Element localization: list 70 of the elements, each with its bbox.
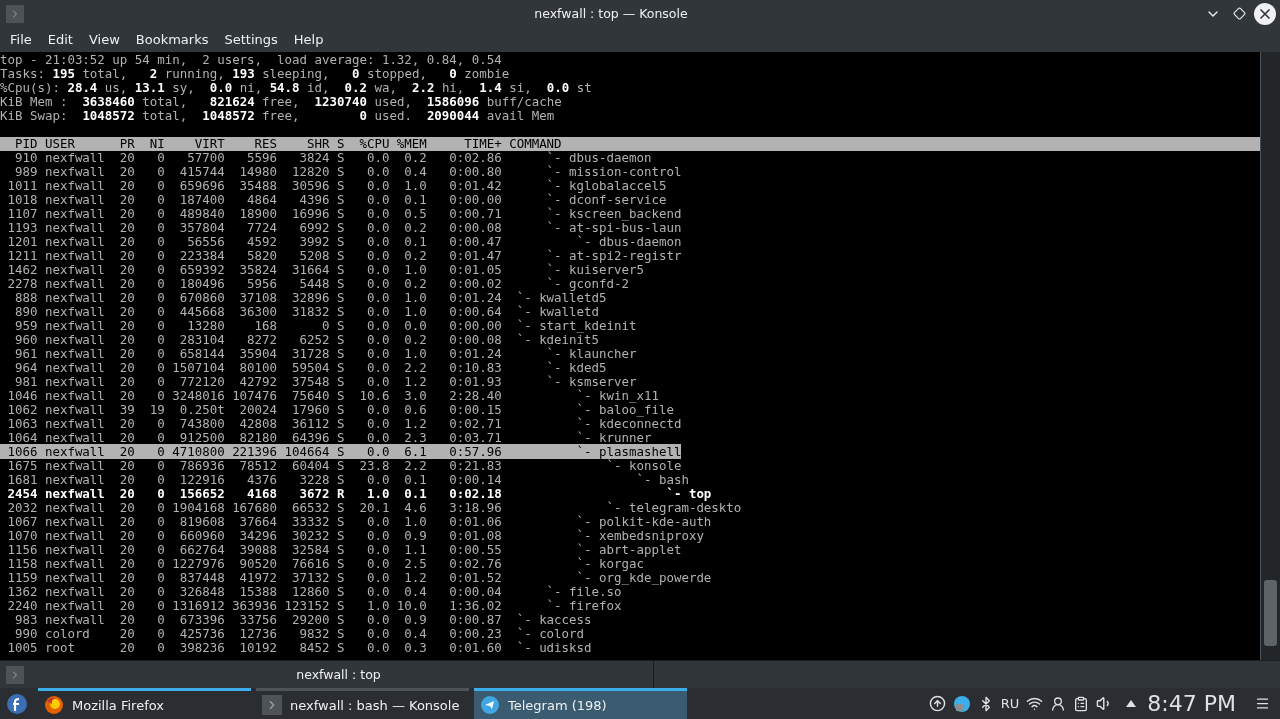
summary-line: Tasks: 195 total, 2 running, 193 sleeping, 0 stopped, 0 zombie: [0, 66, 510, 81]
process-row-text: 964 nexfwall 20 0 1507104 80100 59504 S 0.0 2.2 0:10.83 `- kded5: [13, 360, 607, 375]
summary-line: KiB Mem : 3638460 total, 821624 free, 1230740 used, 1586096 buff/cache: [0, 94, 562, 109]
wifi-icon[interactable]: [1026, 695, 1044, 712]
clipboard-icon[interactable]: [1073, 695, 1090, 712]
process-row-text: 890 nexfwall 20 0 445668 36300 31832 S 0.0 1.0 0:00.64 `- kwalletd: [13, 304, 600, 319]
menu-item[interactable]: File: [2, 28, 40, 51]
process-row-text: 990 colord 20 0 425736 12736 9832 S 0.0 0.4 0:00.23 `- colord: [13, 626, 585, 641]
summary-line: KiB Swap: 1048572 total, 1048572 free, 0 used. 2090044 avail Mem: [0, 108, 555, 123]
window-title: nexfwall : top — Konsole: [533, 6, 689, 21]
process-row-text: 1107 nexfwall 20 0 489840 18900 16996 S 0.0 0.5 0:00.71 `- kscreen_backend: [6, 206, 682, 221]
diamond-icon: [1232, 7, 1246, 20]
process-row-text: 961 nexfwall 20 0 658144 35904 31728 S 0.0 1.0 0:01.24 `- klauncher: [13, 346, 637, 361]
process-row-text: 1011 nexfwall 20 0 659696 35488 30596 S 0.0 1.0 0:01.42 `- kglobalaccel5: [6, 178, 667, 193]
menu-item[interactable]: View: [80, 28, 128, 51]
process-row-text: 1064 nexfwall 20 0 912500 82180 64396 S 0.0 2.3 0:03.71 `- krunner: [6, 430, 652, 445]
process-row-text: 981 nexfwall 20 0 772120 42792 37548 S 0.0 1.2 0:01.93 `- ksmserver: [13, 374, 637, 389]
process-row-text: 1159 nexfwall 20 0 837448 41972 37132 S 0.0 1.2 0:01.52 `- org_kde_powerde: [6, 570, 712, 585]
launcher-icon[interactable]: [6, 692, 28, 715]
process-row-text: 989 nexfwall 20 0 415744 14980 12820 S 0.0 0.4 0:00.80 `- mission-control: [13, 164, 682, 179]
task-button[interactable]: Mozilla Firefox: [38, 688, 251, 719]
process-row-text: 1211 nexfwall 20 0 223384 5820 5208 S 0.0 0.2 0:01.47 `- at-spi2-registr: [6, 248, 682, 263]
paper-plane-icon: [480, 695, 500, 715]
terminal-icon: [262, 695, 282, 715]
process-row-text: 2454 nexfwall 20 0 156652 4168 3672 R 1.0 0.1 0:02.18 `- top: [6, 486, 712, 501]
menu-item[interactable]: Help: [285, 28, 332, 51]
task-button[interactable]: Telegram (198): [474, 688, 687, 719]
process-row-text: 1018 nexfwall 20 0 187400 4864 4396 S 0.0 0.1 0:00.00 `- dconf-service: [6, 192, 667, 207]
process-row-text: 960 nexfwall 20 0 283104 8272 6252 S 0.0 0.2 0:00.08 `- kdeinit5: [13, 332, 600, 347]
menu-item[interactable]: Settings: [216, 28, 286, 51]
summary-line: %Cpu(s): 28.4 us, 13.1 sy, 0.0 ni, 54.8 id, 0.2 wa, 2.2 hi, 1.4 si, 0.0 st: [0, 80, 592, 95]
expand-tray-icon[interactable]: [1126, 700, 1137, 707]
process-row-text: 1062 nexfwall 39 19 0.250t 20024 17960 S 0.0 0.6 0:00.15 `- baloo_file: [6, 402, 674, 417]
process-row-text: 1362 nexfwall 20 0 326848 15388 12860 S 0.0 0.4 0:00.04 `- file.so: [6, 584, 622, 599]
clock[interactable]: 8:47 PM: [1147, 691, 1236, 716]
scrollbar[interactable]: [1260, 52, 1280, 660]
process-row-text: 2240 nexfwall 20 0 1316912 363936 123152 S 1.0 10.0 1:36.02 `- firefox: [6, 598, 622, 613]
column-header: PID USER PR NI VIRT RES SHR S %CPU %MEM TIME+ COMMAND: [0, 137, 1260, 151]
process-row-text: 888 nexfwall 20 0 670860 37108 32896 S 0.0 1.0 0:01.24 `- kwalletd5: [13, 290, 607, 305]
process-row-text: 1156 nexfwall 20 0 662764 39088 32584 S 0.0 1.1 0:00.55 `- abrt-applet: [6, 542, 682, 557]
terminal-icon: [6, 4, 24, 23]
process-row-text: 1046 nexfwall 20 0 3248016 107476 75640 S 10.6 3.0 2:28.40 `- kwin_x11: [6, 388, 659, 403]
process-row-text: 2032 nexfwall 20 0 1904168 167680 66532 S 20.1 4.6 3:18.96 `- telegram-deskto: [6, 500, 742, 515]
cloud-app-icon[interactable]: [952, 694, 971, 713]
process-row-text: 1063 nexfwall 20 0 743800 42808 36112 S 0.0 1.2 0:02.71 `- kdeconnectd: [6, 416, 682, 431]
process-row-text: 910 nexfwall 20 0 57700 5596 3824 S 0.0 0.2 0:02.86 `- dbus-daemon: [13, 150, 652, 165]
update-icon[interactable]: [928, 695, 946, 712]
process-row-text: 1158 nexfwall 20 0 1227976 90520 76616 S 0.0 2.5 0:02.76 `- korgac: [6, 556, 644, 571]
process-row: 1066 nexfwall 20 0 4710800 221396 104664 S 0.0 6.1 0:57.96 `- plasmashell: [0, 444, 682, 459]
process-row-text: 1462 nexfwall 20 0 659392 35824 31664 S 0.0 1.0 0:01.05 `- kuiserver5: [6, 262, 644, 277]
task-button[interactable]: nexfwall : bash — Konsole: [256, 688, 469, 719]
process-row-text: 1681 nexfwall 20 0 122916 4376 3228 S 0.0 0.1 0:00.14 `- bash: [6, 472, 689, 487]
process-row-text: 1201 nexfwall 20 0 56556 4592 3992 S 0.0 0.1 0:00.47 `- dbus-daemon: [6, 234, 682, 249]
process-row-text: 1193 nexfwall 20 0 357804 7724 6992 S 0.0 0.2 0:00.08 `- at-spi-bus-laun: [6, 220, 682, 235]
menu-item[interactable]: Edit: [39, 28, 81, 51]
terminal-icon: [6, 665, 24, 684]
summary-line: top - 21:03:52 up 54 min, 2 users, load average: 1.32, 0.84, 0.54: [0, 52, 502, 67]
process-row-text: 1005 root 20 0 398236 10192 8452 S 0.0 0.3 0:01.60 `- udisksd: [6, 640, 592, 655]
process-row-text: 2278 nexfwall 20 0 180496 5956 5448 S 0.0 0.2 0:00.02 `- gconfd-2: [6, 276, 629, 291]
keyboard-layout[interactable]: RU: [1000, 696, 1020, 711]
process-row-text: 1070 nexfwall 20 0 660960 34296 30232 S 0.0 0.9 0:01.08 `- xembedsniproxy: [6, 528, 704, 543]
user-icon[interactable]: [1050, 695, 1067, 712]
firefox-icon: [44, 695, 64, 715]
menu-item[interactable]: Bookmarks: [127, 28, 217, 51]
menu-icon[interactable]: [1255, 696, 1270, 711]
process-row-text: 1675 nexfwall 20 0 786936 78512 60404 S 23.8 2.2 0:21.83 `- konsole: [6, 458, 682, 473]
process-row-text: 1067 nexfwall 20 0 819608 37664 33332 S 0.0 1.0 0:01.06 `- polkit-kde-auth: [6, 514, 712, 529]
process-row-text: 959 nexfwall 20 0 13280 168 0 S 0.0 0.0 0:00.00 `- start_kdeinit: [13, 318, 637, 333]
process-row-text: 983 nexfwall 20 0 673396 33756 29200 S 0.0 0.9 0:00.87 `- kaccess: [13, 612, 592, 627]
close-button[interactable]: [1254, 2, 1276, 25]
